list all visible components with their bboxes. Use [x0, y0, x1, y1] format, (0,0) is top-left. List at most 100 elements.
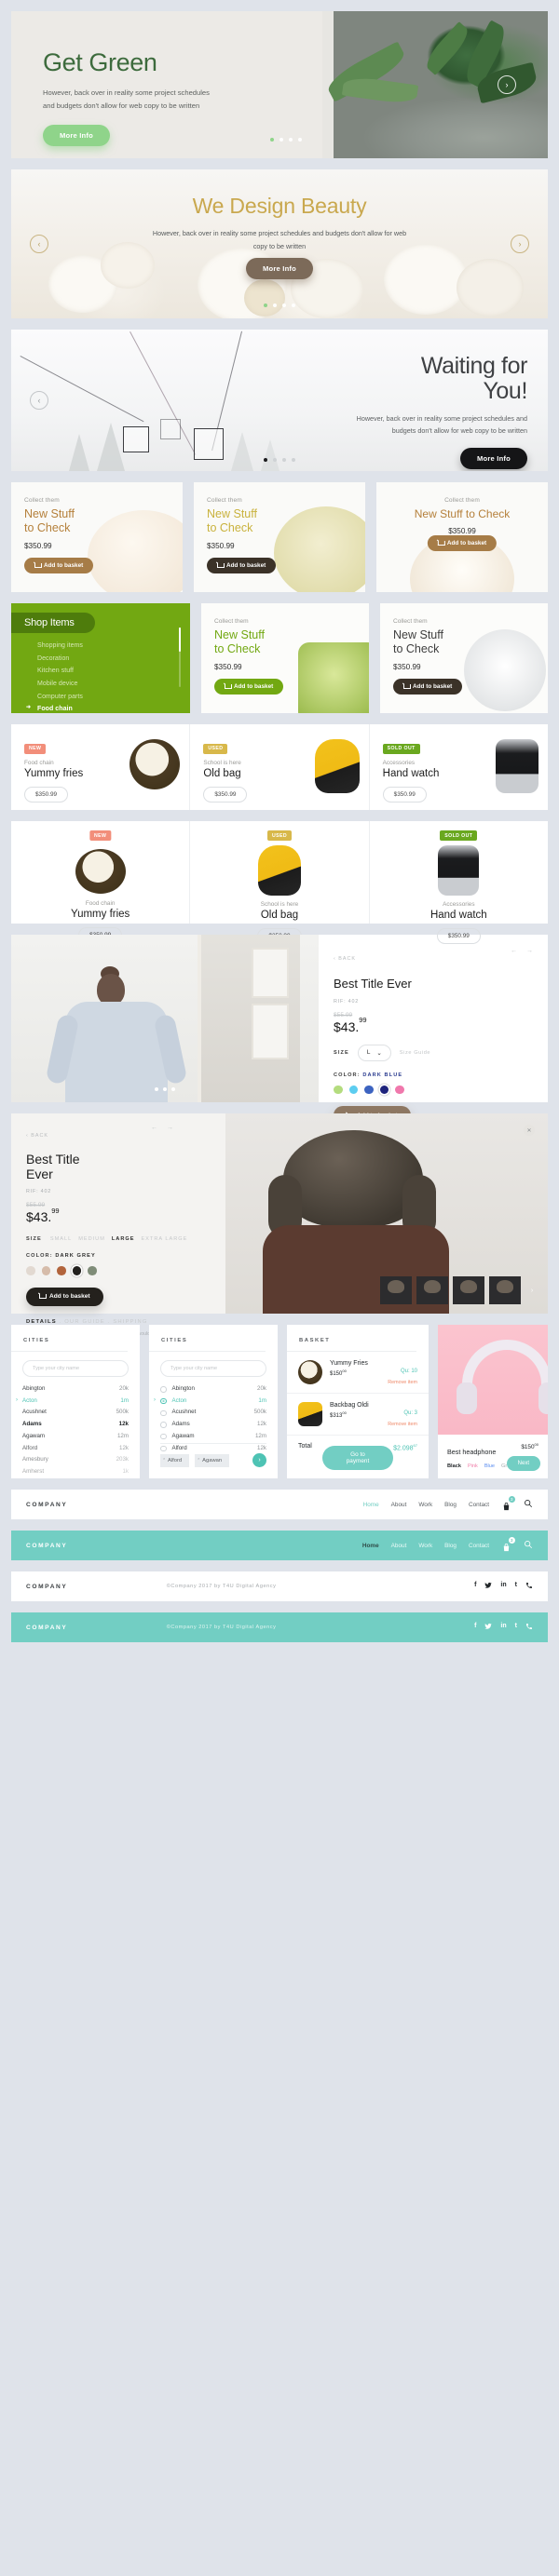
carousel-dot[interactable]: [264, 458, 267, 462]
product-price[interactable]: $350.99: [203, 787, 248, 802]
prev-product-icon[interactable]: ←: [511, 948, 517, 954]
phone-icon[interactable]: [525, 1582, 533, 1591]
size-option-medium[interactable]: MEDIUM: [78, 1236, 105, 1242]
gallery-thumb[interactable]: [380, 1276, 412, 1304]
chip[interactable]: × Agawan: [195, 1453, 230, 1467]
brand-logo[interactable]: COMPANY: [26, 1543, 67, 1549]
linkedin-icon[interactable]: in: [500, 1623, 506, 1632]
carousel-dot[interactable]: [280, 138, 283, 142]
product-card[interactable]: Collect them New Stuff to Check $350.99 …: [380, 603, 548, 713]
twitter-icon[interactable]: [484, 1582, 493, 1591]
gallery-thumb[interactable]: [453, 1276, 484, 1304]
city-row[interactable]: Alford 12k: [22, 1443, 129, 1455]
product-card[interactable]: Collect them New Stuff to Check $350.99 …: [376, 482, 548, 592]
city-row[interactable]: Acushnet 500k: [22, 1407, 129, 1419]
add-to-basket-button[interactable]: Add to basket: [393, 679, 463, 695]
brand-logo[interactable]: COMPANY: [26, 1502, 67, 1508]
city-radio-row[interactable]: Acushnet 500k: [160, 1407, 266, 1419]
nav-link-home[interactable]: Home: [363, 1502, 379, 1508]
prev-product-icon[interactable]: ←: [151, 1125, 157, 1131]
nav-link-blog[interactable]: Blog: [444, 1502, 457, 1508]
city-row[interactable]: Amesbury 203k: [22, 1454, 129, 1466]
tab-shipping[interactable]: SHIPPING: [113, 1319, 147, 1325]
nav-link-work[interactable]: Work: [418, 1543, 432, 1549]
city-row[interactable]: Amherst 1k: [22, 1466, 129, 1478]
nav-link-home[interactable]: Home: [362, 1543, 379, 1549]
color-swatch[interactable]: [348, 1085, 358, 1095]
detail-tabs[interactable]: DETAILS . OUR GUIDE . SHIPPING: [26, 1319, 225, 1325]
carousel-dot[interactable]: [292, 303, 295, 307]
color-option-black[interactable]: Black: [447, 1463, 461, 1469]
gallery-dot[interactable]: [171, 1087, 175, 1091]
chip-close-icon[interactable]: ×: [163, 1456, 165, 1461]
city-row[interactable]: Agawam 12m: [22, 1431, 129, 1443]
gallery-dot[interactable]: [163, 1087, 167, 1091]
color-swatch[interactable]: [57, 1266, 66, 1275]
city-radio-row[interactable]: Abington 20k: [160, 1383, 266, 1396]
product-cell[interactable]: SOLD OUT Accessories Hand watch $350.99: [370, 821, 548, 944]
twitter-icon[interactable]: [484, 1623, 493, 1632]
carousel-dots[interactable]: [270, 138, 302, 142]
add-to-basket-button[interactable]: Add to basket: [207, 558, 277, 573]
nav-link-work[interactable]: Work: [418, 1502, 432, 1508]
size-guide-link[interactable]: Size Guide: [400, 1050, 430, 1056]
city-row[interactable]: Abington 20k: [22, 1383, 129, 1396]
close-icon[interactable]: ✕: [524, 1125, 535, 1136]
product-cell[interactable]: USED School is here Old bag $350.99: [190, 821, 370, 944]
city-search-input[interactable]: Type your city name: [160, 1360, 266, 1377]
brand-logo[interactable]: COMPANY: [26, 1625, 67, 1631]
more-info-button[interactable]: More Info: [246, 258, 313, 280]
carousel-dots[interactable]: [264, 458, 295, 462]
phone-icon[interactable]: [525, 1623, 533, 1632]
shop-category-item[interactable]: Shopping items: [37, 640, 190, 653]
more-info-button[interactable]: More Info: [460, 447, 527, 469]
carousel-dot[interactable]: [292, 458, 295, 462]
product-card[interactable]: Collect them New Stuff to Check $350.99 …: [194, 482, 365, 592]
radio-icon[interactable]: [160, 1433, 167, 1440]
shop-category-item[interactable]: Computer parts: [37, 691, 190, 704]
radio-icon[interactable]: [160, 1386, 167, 1393]
shop-category-item[interactable]: Decoration: [37, 653, 190, 666]
carousel-dot[interactable]: [282, 458, 286, 462]
product-price[interactable]: $350.99: [24, 787, 69, 802]
size-options[interactable]: SMALL MEDIUM LARGE EXTRA LARGE: [50, 1236, 187, 1242]
city-row-selected[interactable]: Acton 1m: [16, 1395, 129, 1408]
shop-category-item-active[interactable]: Food chain: [26, 703, 190, 713]
color-swatch-selected[interactable]: [72, 1266, 81, 1275]
shop-category-item[interactable]: Kitchen stuff: [37, 665, 190, 678]
carousel-dot[interactable]: [273, 458, 277, 462]
color-swatches[interactable]: [26, 1266, 225, 1275]
back-link[interactable]: ‹ BACK: [26, 1133, 48, 1139]
chip[interactable]: × Alford: [160, 1453, 190, 1467]
gallery-dot[interactable]: [155, 1087, 158, 1091]
brand-logo[interactable]: COMPANY: [26, 1584, 67, 1590]
add-to-basket-button[interactable]: Add to basket: [26, 1287, 103, 1306]
product-cell[interactable]: USED School is here Old bag $350.99: [190, 724, 370, 810]
color-swatch[interactable]: [41, 1266, 50, 1275]
color-swatch[interactable]: [364, 1085, 374, 1095]
city-row[interactable]: Adams 12k: [22, 1419, 129, 1431]
product-card[interactable]: Collect them New Stuff to Check $350.99 …: [11, 482, 183, 592]
go-to-payment-button[interactable]: Go to payment: [322, 1446, 393, 1470]
size-option-extra-large[interactable]: EXTRA LARGE: [141, 1236, 187, 1242]
product-cell[interactable]: NEW Food chain Yummy fries $350.99: [11, 724, 191, 810]
nav-link-contact[interactable]: Contact: [469, 1543, 489, 1549]
tab-details[interactable]: DETAILS: [26, 1319, 57, 1325]
product-price[interactable]: $350.99: [382, 787, 427, 802]
color-swatch[interactable]: [26, 1266, 35, 1275]
gallery-dots[interactable]: [155, 1087, 175, 1091]
carousel-prev-icon[interactable]: ‹: [30, 235, 48, 253]
product-cell[interactable]: SOLD OUT Accessories Hand watch $350.99: [370, 724, 548, 810]
size-option-small[interactable]: SMALL: [50, 1236, 72, 1242]
city-search-input[interactable]: Type your city name: [22, 1360, 129, 1377]
product-cell[interactable]: NEW Food chain Yummy fries $350.99: [11, 821, 191, 943]
color-swatch[interactable]: [395, 1085, 404, 1095]
linkedin-icon[interactable]: in: [500, 1582, 506, 1591]
next-product-icon[interactable]: →: [167, 1125, 173, 1131]
product-card[interactable]: Collect them New Stuff to Check $350.99 …: [201, 603, 369, 713]
product-nav-arrows[interactable]: ← →: [151, 1125, 173, 1131]
nav-link-contact[interactable]: Contact: [469, 1502, 489, 1508]
carousel-prev-icon[interactable]: ‹: [30, 391, 48, 410]
carousel-dot[interactable]: [298, 138, 302, 142]
carousel-next-icon[interactable]: ›: [511, 235, 529, 253]
